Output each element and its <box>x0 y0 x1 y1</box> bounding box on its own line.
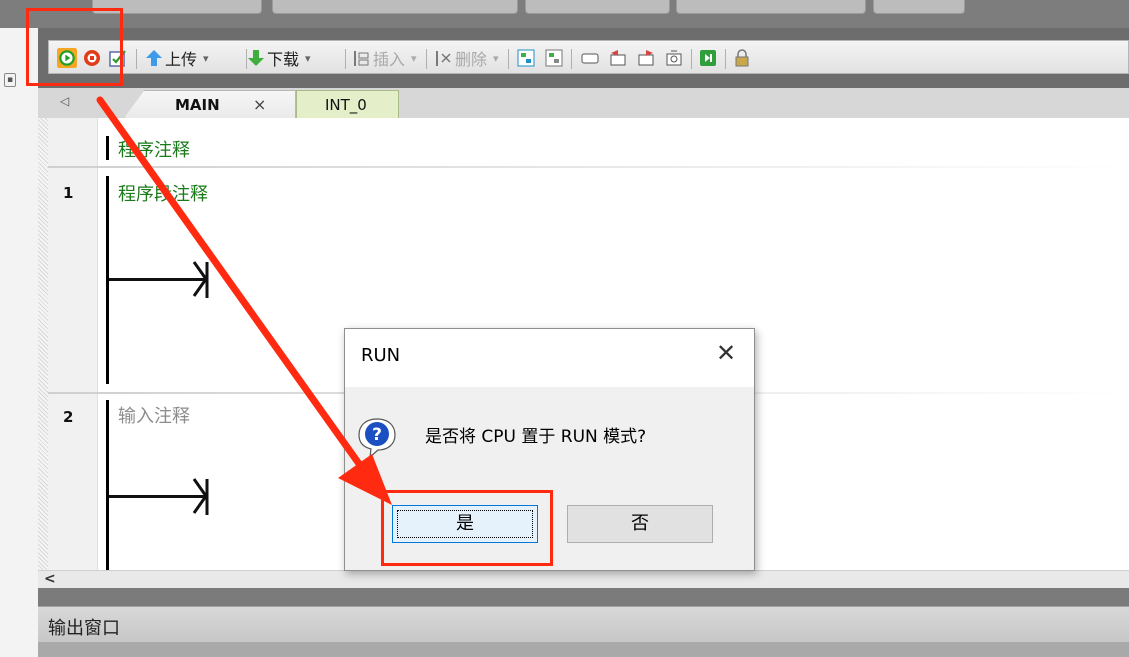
network-number: 1 <box>63 184 74 202</box>
chevron-down-icon[interactable]: ▾ <box>203 52 209 65</box>
top-tab[interactable] <box>525 0 670 14</box>
folder-back-icon <box>610 50 626 66</box>
run-stop-highlight-box <box>26 8 123 86</box>
editor-tab-bar: ◁ MAIN × INT_0 <box>38 88 1129 118</box>
top-tab[interactable] <box>272 0 518 14</box>
tab-main-label: MAIN <box>175 96 220 114</box>
delete-button[interactable]: 删除 ▾ <box>435 45 499 71</box>
timer-icon <box>666 50 682 66</box>
network-comment[interactable]: 输入注释 <box>118 402 190 428</box>
lock-icon <box>735 49 749 67</box>
toolbar-separator <box>136 49 137 69</box>
network-button[interactable] <box>545 45 563 71</box>
power-rail <box>106 136 109 160</box>
toolbar: 上传 ▾ 下载 ▾ 插入 ▾ 删除 ▾ <box>38 28 1129 88</box>
upload-button[interactable]: 上传 ▾ <box>145 45 209 71</box>
forward-button[interactable] <box>637 45 655 71</box>
folder-forward-icon <box>638 50 654 66</box>
down-arrow-icon <box>248 50 264 66</box>
network-icon <box>517 49 535 67</box>
tab-main[interactable]: MAIN × <box>124 90 296 118</box>
toolbar-strip: 上传 ▾ 下载 ▾ 插入 ▾ 删除 ▾ <box>48 40 1129 74</box>
network-divider <box>48 166 1128 168</box>
yes-button-highlight-box <box>381 490 553 566</box>
top-tab[interactable] <box>676 0 866 14</box>
box-button[interactable] <box>581 45 599 71</box>
network-comment[interactable]: 程序段注释 <box>118 180 208 206</box>
dialog-message: 是否将 CPU 置于 RUN 模式? <box>425 427 647 447</box>
dialog-title: RUN <box>361 345 401 366</box>
delete-label: 删除 <box>455 50 488 69</box>
box-icon <box>581 53 599 64</box>
dialog-title-bar[interactable]: RUN ✕ <box>345 329 754 387</box>
output-window-title: 输出窗口 <box>48 618 120 639</box>
chevron-down-icon[interactable]: ▾ <box>305 52 311 65</box>
toolbar-separator <box>691 49 692 69</box>
chevron-down-icon[interactable]: ▾ <box>493 52 499 65</box>
rung-end-arrow-icon <box>192 478 209 515</box>
toolbar-separator <box>345 49 346 69</box>
insert-label: 插入 <box>373 50 406 69</box>
horizontal-scrollbar[interactable]: < <box>38 570 1129 588</box>
svg-text:?: ? <box>372 425 382 445</box>
timer-button[interactable] <box>665 45 683 71</box>
download-label: 下载 <box>267 50 300 69</box>
network-icon <box>545 49 563 67</box>
insert-icon <box>354 51 369 66</box>
no-button-label: 否 <box>631 513 649 534</box>
top-tab-strip <box>0 0 1129 28</box>
upload-label: 上传 <box>165 50 198 69</box>
top-tab[interactable] <box>873 0 965 14</box>
tab-close-icon[interactable]: × <box>253 95 266 114</box>
tab-int0[interactable]: INT_0 <box>296 90 399 118</box>
program-comment[interactable]: 程序注释 <box>118 136 190 162</box>
up-arrow-icon <box>146 50 162 66</box>
download-button[interactable]: 下载 ▾ <box>247 45 311 71</box>
delete-icon <box>436 51 451 66</box>
toolbar-separator <box>508 49 509 69</box>
back-button[interactable] <box>609 45 627 71</box>
panel-pin-icon[interactable]: ▪ <box>4 73 16 87</box>
tab-scroll-left-icon[interactable]: ◁ <box>60 94 69 108</box>
toolbar-separator <box>426 49 427 69</box>
question-icon: ? <box>358 418 396 459</box>
toolbar-separator <box>571 49 572 69</box>
network-button[interactable] <box>517 45 535 71</box>
lock-button[interactable] <box>733 45 751 71</box>
network-number: 2 <box>63 408 74 426</box>
chevron-down-icon[interactable]: ▾ <box>411 52 417 65</box>
scroll-left-arrow-icon[interactable]: < <box>44 571 56 587</box>
goto-button[interactable] <box>699 45 717 71</box>
tab-int0-label: INT_0 <box>325 96 367 114</box>
goto-icon <box>700 50 716 66</box>
toolbar-separator <box>725 49 726 69</box>
splitter[interactable] <box>38 588 1129 606</box>
power-rail <box>106 400 109 570</box>
output-window-header[interactable]: 输出窗口 <box>38 606 1129 642</box>
rung-end-arrow-icon <box>192 261 209 298</box>
close-icon[interactable]: ✕ <box>713 341 739 367</box>
left-panel: ▪ <box>0 28 38 657</box>
window: ▪ 上传 ▾ 下载 ▾ 插入 ▾ 删除 ▾ ◁ MAIN × INT_0 程序注… <box>0 0 1129 657</box>
output-window-body <box>38 642 1129 657</box>
insert-button[interactable]: 插入 ▾ <box>353 45 417 71</box>
no-button[interactable]: 否 <box>567 505 713 543</box>
